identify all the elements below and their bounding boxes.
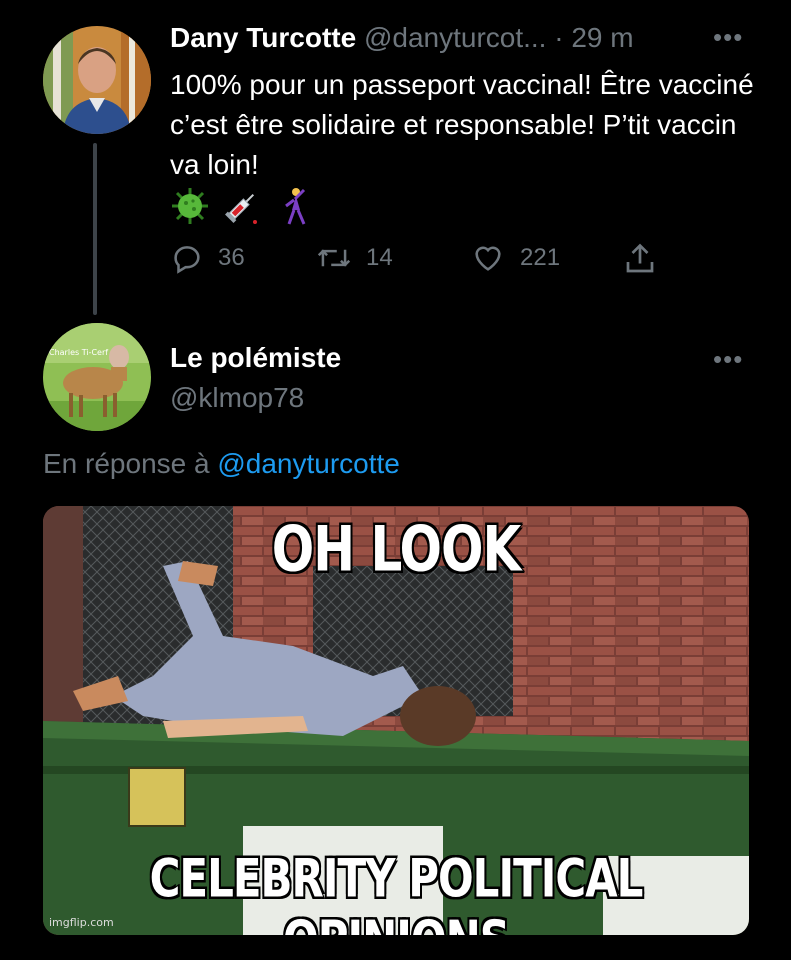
replying-to: En réponse à @danyturcotte xyxy=(43,448,400,480)
avatar-photo xyxy=(43,26,151,134)
tweet-media-image[interactable]: OH LOOK CELEBRITY POLITICAL OPINIONS img… xyxy=(43,506,749,935)
reply-author-avatar[interactable]: Charles Ti-Cerf xyxy=(43,323,151,431)
author-name[interactable]: Dany Turcotte xyxy=(170,22,356,53)
retweet-count: 14 xyxy=(366,244,393,271)
meme-top-caption: OH LOOK xyxy=(271,512,523,587)
avatar-image xyxy=(43,323,151,431)
reply-button[interactable]: 36 xyxy=(170,241,245,275)
thread-line xyxy=(93,143,97,315)
retweet-button[interactable]: 14 xyxy=(316,241,393,275)
more-options-icon[interactable]: ••• xyxy=(713,22,743,53)
retweet-icon xyxy=(317,249,351,267)
author-avatar[interactable] xyxy=(43,26,151,134)
emoji-row xyxy=(170,186,314,226)
replying-to-prefix: En réponse à xyxy=(43,448,210,479)
reply-count: 36 xyxy=(218,244,245,271)
reply-icon xyxy=(174,246,200,274)
tweet-text: 100% pour un passeport vaccinal! Être va… xyxy=(170,69,754,180)
reply-author-name[interactable]: Le polémiste xyxy=(170,342,341,374)
meme-watermark: imgflip.com xyxy=(49,916,114,929)
syringe-icon xyxy=(225,193,257,224)
heart-icon xyxy=(475,246,501,271)
meme-bottom-caption: CELEBRITY POLITICAL OPINIONS xyxy=(149,847,645,936)
like-count: 221 xyxy=(520,244,561,271)
virus-icon xyxy=(172,188,208,224)
timestamp[interactable]: 29 m xyxy=(571,22,633,53)
like-button[interactable]: 221 xyxy=(470,241,560,275)
replying-to-handle[interactable]: @danyturcotte xyxy=(217,448,400,479)
avatar-label: Charles Ti-Cerf xyxy=(49,348,109,357)
separator-dot: · xyxy=(554,22,564,53)
dancer-icon xyxy=(285,188,306,225)
author-handle[interactable]: @danyturcot... xyxy=(364,22,547,53)
share-button[interactable] xyxy=(622,241,658,277)
tweet-header: Dany Turcotte @danyturcot... · 29 m xyxy=(170,22,634,54)
reply-author-handle[interactable]: @klmop78 xyxy=(170,382,304,414)
reply-more-options-icon[interactable]: ••• xyxy=(713,344,743,375)
share-icon xyxy=(626,243,654,273)
